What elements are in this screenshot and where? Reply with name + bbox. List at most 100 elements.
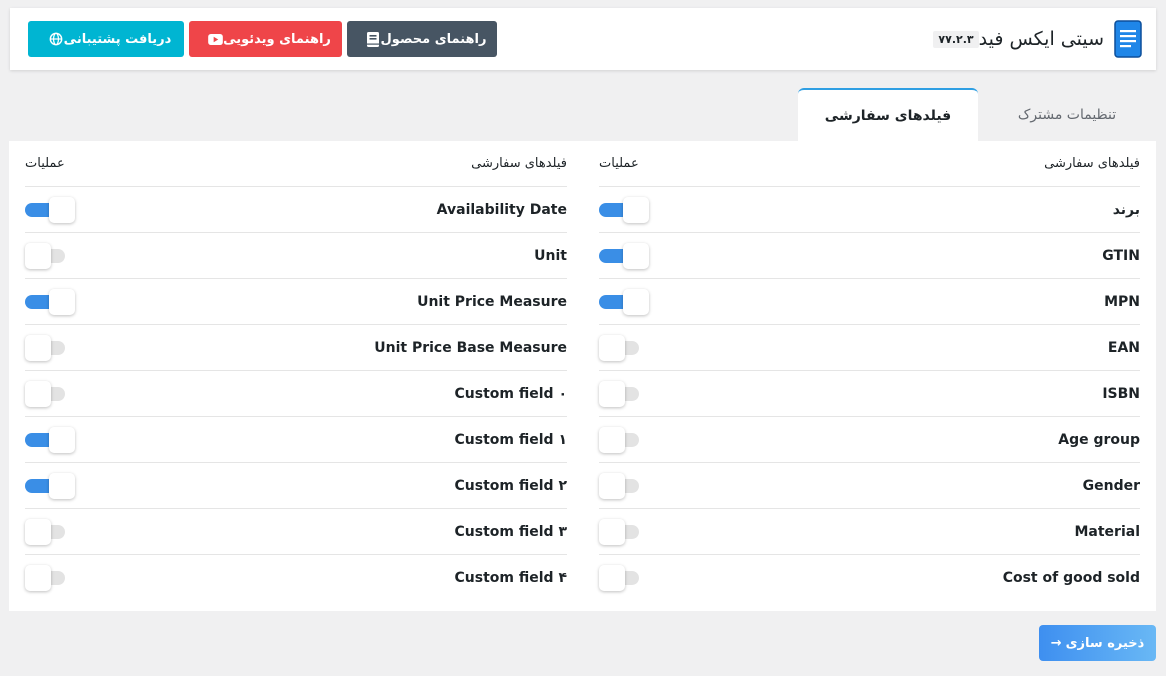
field-label: Cost of good sold: [1002, 570, 1140, 586]
support-button-label: دریافت پشتیبانی: [63, 31, 172, 47]
toggle-knob: [623, 196, 649, 223]
field-label: Custom field ۳: [454, 523, 567, 540]
field-toggle[interactable]: [599, 565, 649, 591]
table-row: Availability Date: [25, 187, 567, 233]
field-toggle[interactable]: [25, 472, 75, 499]
toggle-knob: [49, 196, 75, 223]
table-row: Unit Price Base Measure: [25, 325, 567, 371]
table-row: Custom field ۲: [25, 463, 567, 509]
field-label: Custom field ۰: [454, 385, 567, 402]
field-label: EAN: [1107, 339, 1140, 356]
field-label: MPN: [1104, 293, 1140, 310]
table-row: Custom field ۳: [25, 509, 567, 555]
video-guide-button[interactable]: راهنمای ویدئویی: [189, 21, 342, 57]
field-toggle[interactable]: [599, 334, 649, 361]
table-row: Material: [599, 509, 1140, 555]
field-toggle[interactable]: [599, 288, 649, 315]
fields-header: فیلدهای سفارشی: [1044, 156, 1140, 171]
field-label: Unit Price Measure: [417, 293, 567, 310]
tab-bar: فیلدهای سفارشی تنظیمات مشترک: [798, 88, 1156, 141]
field-label: GTIN: [1102, 247, 1140, 264]
field-label: Age group: [1058, 431, 1140, 448]
table-row: Unit Price Measure: [25, 279, 567, 325]
brand: سیتی ایکس فید ۷۷.۲.۳: [925, 20, 1142, 58]
table-row: Custom field ۴: [25, 555, 567, 601]
tab-custom-fields[interactable]: فیلدهای سفارشی: [798, 88, 978, 141]
document-icon: [1114, 20, 1142, 58]
table-header: عملیات فیلدهای سفارشی: [25, 141, 567, 187]
toggle-knob: [599, 518, 625, 545]
top-header: سیتی ایکس فید ۷۷.۲.۳ دریافت پشتیبانی راه…: [10, 8, 1156, 70]
table-row: Unit: [25, 233, 567, 279]
field-label: Availability Date: [436, 201, 567, 218]
table-row: EAN: [599, 325, 1140, 371]
field-toggle[interactable]: [25, 196, 75, 223]
toggle-knob: [25, 242, 51, 269]
field-toggle[interactable]: [25, 380, 75, 407]
toggle-knob: [599, 565, 625, 591]
field-label: برند: [1112, 201, 1140, 218]
arrow-right-icon: →: [1050, 635, 1062, 651]
field-toggle[interactable]: [599, 426, 649, 453]
video-guide-label: راهنمای ویدئویی: [223, 31, 331, 47]
table-row: MPN: [599, 279, 1140, 325]
toggle-knob: [623, 288, 649, 315]
table-row: Age group: [599, 417, 1140, 463]
table-row: GTIN: [599, 233, 1140, 279]
table-row: برند: [599, 187, 1140, 233]
toggle-knob: [599, 472, 625, 499]
app-title: سیتی ایکس فید: [978, 28, 1104, 50]
actions-header: عملیات: [25, 156, 65, 171]
toggle-knob: [623, 242, 649, 269]
toggle-knob: [25, 565, 51, 591]
toggle-knob: [599, 426, 625, 453]
field-toggle[interactable]: [25, 518, 75, 545]
field-label: Gender: [1082, 477, 1140, 494]
book-icon: [365, 31, 381, 47]
table-row: ISBN: [599, 371, 1140, 417]
fields-column-left: عملیات فیلدهای سفارشی Availability Date U…: [25, 141, 567, 601]
field-toggle[interactable]: [599, 196, 649, 223]
youtube-icon: [207, 31, 223, 47]
toggle-knob: [49, 426, 75, 453]
field-toggle[interactable]: [25, 242, 75, 269]
field-toggle[interactable]: [25, 426, 75, 453]
table-row: Gender: [599, 463, 1140, 509]
table-row: Cost of good sold: [599, 555, 1140, 601]
version-badge: ۷۷.۲.۳: [933, 30, 979, 48]
globe-icon: [48, 31, 64, 47]
support-button[interactable]: دریافت پشتیبانی: [28, 21, 184, 57]
field-toggle[interactable]: [599, 380, 649, 407]
toggle-knob: [49, 472, 75, 499]
fields-header: فیلدهای سفارشی: [471, 156, 567, 171]
field-label: Custom field ۴: [454, 570, 567, 586]
field-toggle[interactable]: [25, 565, 75, 591]
toggle-knob: [599, 334, 625, 361]
product-guide-button[interactable]: راهنمای محصول: [347, 21, 497, 57]
save-button-label: ذخیره سازی: [1065, 635, 1145, 651]
field-toggle[interactable]: [599, 472, 649, 499]
field-label: Unit: [534, 247, 567, 264]
field-toggle[interactable]: [599, 518, 649, 545]
product-guide-label: راهنمای محصول: [380, 31, 487, 47]
toggle-knob: [25, 334, 51, 361]
field-label: Unit Price Base Measure: [374, 339, 567, 356]
save-button[interactable]: ذخیره سازی →: [1039, 625, 1156, 661]
toggle-knob: [25, 518, 51, 545]
toggle-knob: [49, 288, 75, 315]
toggle-knob: [599, 380, 625, 407]
field-toggle[interactable]: [599, 242, 649, 269]
fields-column-right: عملیات فیلدهای سفارشی برند GTIN MPN EAN ISBN…: [599, 141, 1140, 601]
toggle-knob: [25, 380, 51, 407]
table-header: عملیات فیلدهای سفارشی: [599, 141, 1140, 187]
table-row: Custom field ۱: [25, 417, 567, 463]
field-label: ISBN: [1102, 385, 1140, 402]
field-toggle[interactable]: [25, 334, 75, 361]
custom-fields-panel: عملیات فیلدهای سفارشی برند GTIN MPN EAN ISBN…: [9, 141, 1156, 611]
field-label: Custom field ۲: [454, 477, 567, 494]
field-toggle[interactable]: [25, 288, 75, 315]
table-row: Custom field ۰: [25, 371, 567, 417]
field-label: Custom field ۱: [454, 431, 567, 448]
tab-common-settings[interactable]: تنظیمات مشترک: [978, 88, 1156, 141]
actions-header: عملیات: [599, 156, 639, 171]
